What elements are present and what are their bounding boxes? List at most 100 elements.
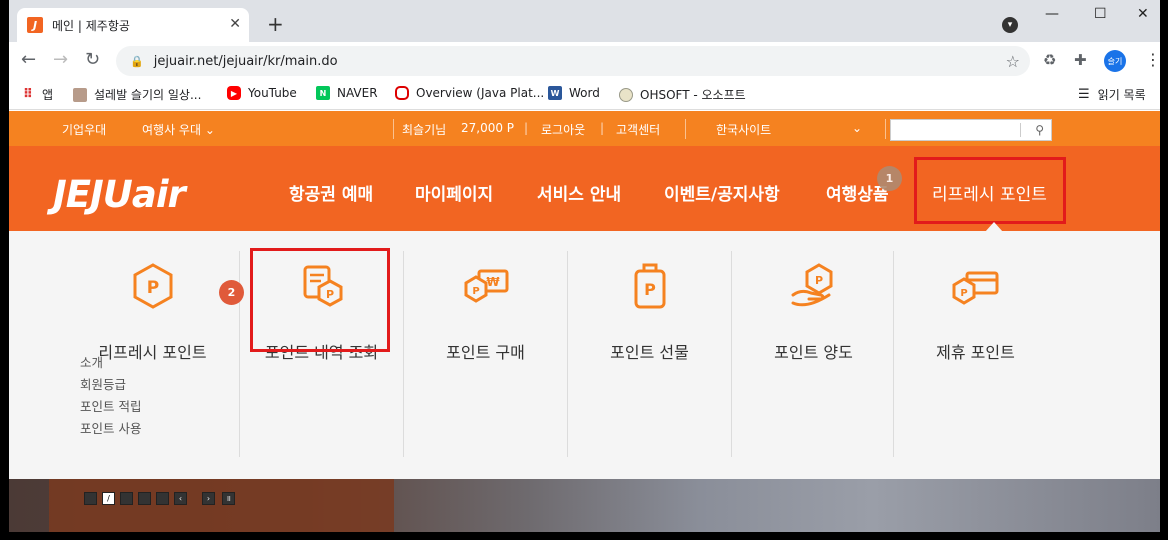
highlight-box-refresh-point [914,157,1066,224]
bookmark-youtube[interactable]: ▶ YouTube [227,86,297,100]
bookmark-label: 설레발 슬기의 일상... [94,88,202,102]
search-icon[interactable]: ⚲ [1035,123,1044,137]
svg-text:P: P [814,274,822,287]
tab-bar: J 메인 | 제주항공 ✕ + ▾ — ☐ ✕ [9,0,1160,42]
agency-link[interactable]: 여행사 우대 ⌄ [142,121,215,138]
bookmark-star-icon[interactable]: ☆ [1006,52,1020,71]
reading-list[interactable]: ☰ 읽기 목록 [1078,86,1146,103]
slide-pause-icon[interactable]: ॥ [222,492,235,505]
partner-point-icon: P [952,271,998,305]
extensions-puzzle-icon[interactable]: ✚ [1074,51,1087,69]
refresh-point-dropdown: P 리프레시 포인트 P 포인트 내역 조회 ₩ P 포인트 구매 P 포인트 … [9,231,1160,479]
bookmark-label: YouTube [248,86,297,100]
agency-label: 여행사 우대 [142,123,202,137]
slide-indicator-active[interactable]: / [102,492,115,505]
step-badge-1: 1 [877,166,902,191]
browser-toolbar: ← → ↻ 🔒 jejuair.net/jejuair/kr/main.do ☆ [9,42,1160,80]
menu-col-point-gift[interactable]: P 포인트 선물 [568,251,731,456]
refresh-point-sublinks: 소개 회원등급 포인트 적립 포인트 사용 [80,352,141,440]
slide-indicator[interactable] [120,492,133,505]
reload-icon[interactable]: ↻ [85,51,100,69]
corporate-link[interactable]: 기업우대 [62,121,106,138]
bookmarks-bar: ⠿ 앱 설레발 슬기의 일상... ▶ YouTube N NAVER Over… [9,80,1160,110]
bookmark-label: Word [569,86,600,100]
bookmark-label: Overview (Java Plat... [416,86,545,100]
bookmark-label: NAVER [337,86,378,100]
svg-text:P: P [960,288,967,299]
menu-col-title: 제휴 포인트 [936,343,1015,362]
sublink-membership-grade[interactable]: 회원등급 [80,374,141,396]
divider [685,119,686,139]
bookmark-label: 앱 [42,88,54,102]
browser-menu-icon[interactable]: ⋮ [1145,50,1160,69]
nav-item-event-notice[interactable]: 이벤트/공지사항 [664,180,780,205]
menu-col-title: 포인트 양도 [774,343,853,362]
recycle-extension-icon[interactable]: ♻ [1043,51,1056,69]
menu-col-title: 포인트 구매 [446,343,525,362]
word-icon: W [548,86,562,100]
jejuair-favicon-icon: J [27,17,43,33]
sublink-intro[interactable]: 소개 [80,352,141,374]
lock-icon: 🔒 [130,54,144,68]
slide-next-icon[interactable]: › [202,492,215,505]
svg-text:P: P [146,278,158,298]
point-icon: P [133,263,172,309]
point-purchase-icon: ₩ P [464,269,508,303]
new-tab-icon[interactable]: + [267,14,284,34]
close-icon[interactable]: ✕ [229,16,241,32]
youtube-icon: ▶ [227,86,241,100]
logout-link[interactable]: 로그아웃 [541,121,585,138]
bookmark-ohsoft[interactable]: OHSOFT - 오소프트 [619,86,746,103]
nav-item-service[interactable]: 서비스 안내 [537,180,621,205]
step-badge-2: 2 [219,280,244,305]
slide-indicator[interactable] [156,492,169,505]
chevron-down-icon[interactable]: ⌄ [852,121,862,135]
menu-col-point-transfer[interactable]: P 포인트 양도 [732,251,895,456]
bookmark-blog[interactable]: 설레발 슬기의 일상... [73,86,201,103]
svg-text:₩: ₩ [486,275,500,289]
bookmark-label: OHSOFT - 오소프트 [640,88,746,102]
minimize-icon[interactable]: — [1045,6,1059,22]
blog-thumbnail-icon [73,87,87,102]
menu-col-partner-point[interactable]: P 제휴 포인트 [894,251,1057,456]
tab-search-icon[interactable]: ▾ [1002,17,1018,33]
nav-item-booking[interactable]: 항공권 예매 [289,180,373,205]
site-search-input[interactable]: ⚲ [890,119,1052,141]
forward-icon[interactable]: → [53,51,68,69]
slide-indicator[interactable] [138,492,151,505]
ohsoft-icon [619,87,633,102]
window-close-icon[interactable]: ✕ [1137,6,1149,22]
menu-col-point-purchase[interactable]: ₩ P 포인트 구매 [404,251,567,456]
point-gift-icon: P [634,263,665,309]
divider: | [600,121,605,135]
browser-tab[interactable]: J 메인 | 제주항공 ✕ [17,8,249,42]
sublink-point-earn[interactable]: 포인트 적립 [80,396,141,418]
sublink-point-use[interactable]: 포인트 사용 [80,418,141,440]
slide-prev-icon[interactable]: ‹ [174,492,187,505]
bookmark-oracle[interactable]: Overview (Java Plat... [395,86,544,100]
bookmark-apps[interactable]: ⠿ 앱 [21,86,53,103]
bookmark-naver[interactable]: N NAVER [316,86,378,100]
browser-window: J 메인 | 제주항공 ✕ + ▾ — ☐ ✕ ← → ↻ 🔒 jejuair.… [9,0,1160,532]
address-bar[interactable]: 🔒 jejuair.net/jejuair/kr/main.do ☆ [116,46,1030,76]
divider [1020,123,1021,137]
nav-item-mypage[interactable]: 마이페이지 [415,180,493,205]
bookmark-word[interactable]: W Word [548,86,600,100]
maximize-icon[interactable]: ☐ [1094,6,1107,22]
back-icon[interactable]: ← [21,51,36,69]
slide-indicator[interactable] [84,492,97,505]
url-text: jejuair.net/jejuair/kr/main.do [153,53,338,69]
oracle-icon [395,86,409,100]
site-select[interactable]: 한국사이트 [716,121,771,138]
naver-icon: N [316,86,330,100]
member-points[interactable]: 27,000 P [461,121,514,135]
tab-title: 메인 | 제주항공 [52,18,130,33]
profile-avatar[interactable]: 슬기 [1104,50,1126,72]
highlight-box-point-history [250,248,390,352]
menu-col-title: 포인트 선물 [610,343,689,362]
customer-center-link[interactable]: 고객센터 [616,121,660,138]
apps-grid-icon: ⠿ [22,87,34,102]
reading-list-label: 읽기 목록 [1097,88,1146,102]
hero-banner: / ‹ › ॥ [9,479,1160,532]
jejuair-logo[interactable]: JEJUair [53,173,186,216]
